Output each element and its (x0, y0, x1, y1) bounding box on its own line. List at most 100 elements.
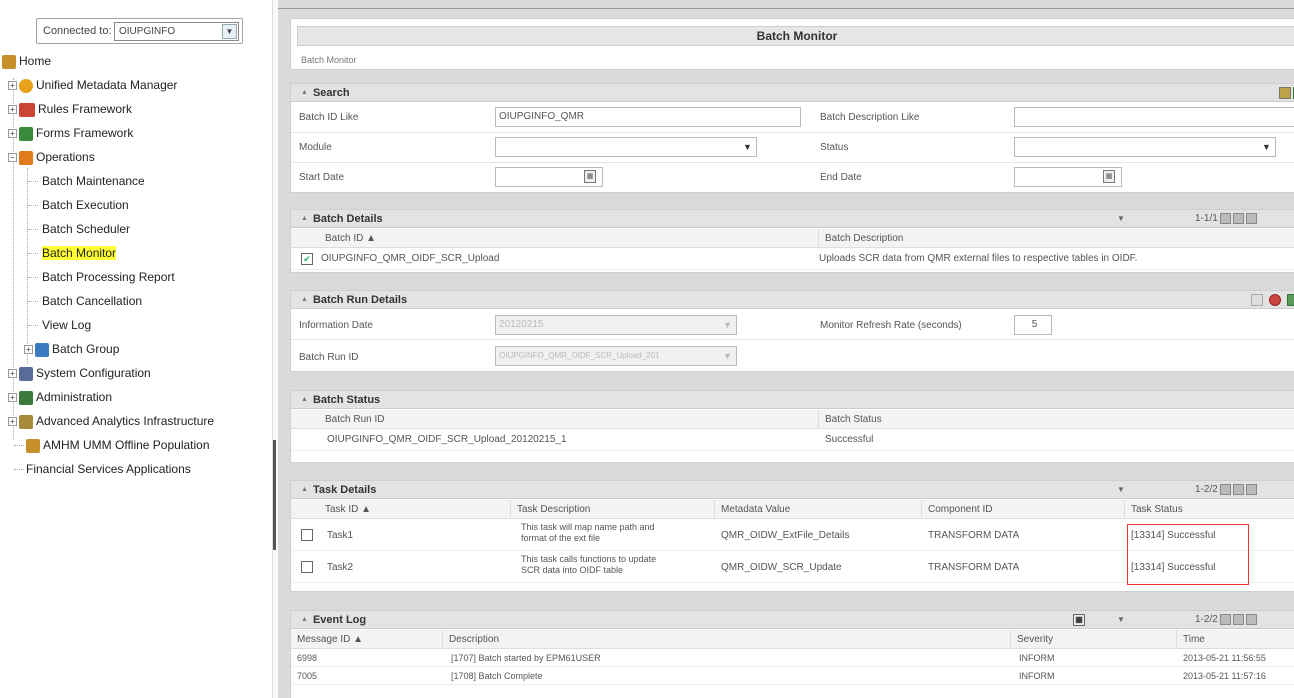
expand-icon[interactable]: + (8, 105, 17, 115)
export-icon[interactable] (1251, 294, 1263, 306)
panel-title: Batch Details (312, 213, 383, 225)
first-page-icon[interactable] (1219, 483, 1231, 495)
calendar-icon[interactable]: ▦ (1103, 170, 1115, 183)
tree-item-batch-group[interactable]: + Batch Group (24, 339, 119, 359)
prev-page-icon[interactable] (1232, 212, 1244, 224)
col-task-id[interactable]: Task ID ▲ (319, 500, 511, 519)
collapse-icon[interactable]: ▲ (301, 296, 308, 303)
tree-item-fsa[interactable]: Financial Services Applications (26, 459, 191, 479)
tree-item-label: Rules Framework (38, 102, 133, 116)
prev-page-icon[interactable] (1232, 483, 1244, 495)
collapse-icon[interactable]: ▲ (301, 616, 308, 623)
tree-item-batch-scheduler[interactable]: Batch Scheduler (42, 219, 130, 239)
task-id-cell: Task1 (327, 530, 354, 541)
tree-item-forms[interactable]: + Forms Framework (8, 123, 133, 143)
col-batch-run-id[interactable]: Batch Run ID (319, 410, 819, 429)
tree-item-aai[interactable]: + Advanced Analytics Infrastructure (8, 411, 214, 431)
col-task-description[interactable]: Task Description (511, 500, 715, 519)
task-details-title[interactable]: ▲ Task Details ▼ 1-2/2 (291, 481, 1294, 499)
info-date-select[interactable]: 20120215 ▼ (495, 315, 737, 335)
expand-icon[interactable]: + (8, 129, 17, 139)
tree-item-view-log[interactable]: View Log (42, 315, 91, 335)
chevron-down-icon[interactable]: ▼ (739, 138, 756, 156)
tree-item-amhm[interactable]: AMHM UMM Offline Population (26, 435, 210, 455)
row-checkbox[interactable] (301, 561, 313, 573)
batch-details-panel: ▲ Batch Details ▼ 1-1/1 Batch ID ▲ Batch … (290, 209, 1294, 273)
splitter-grip[interactable] (273, 440, 276, 550)
next-page-icon[interactable] (1245, 483, 1257, 495)
table-header: Message ID ▲ Description Severity Time (291, 630, 1294, 649)
connection-select[interactable]: OIUPGINFO ▼ (114, 22, 239, 41)
col-batch-id[interactable]: Batch ID ▲ (319, 229, 819, 248)
status-select[interactable]: ▼ (1014, 137, 1276, 157)
filter-icon[interactable]: ▼ (1117, 481, 1125, 499)
chevron-down-icon[interactable]: ▼ (1258, 138, 1275, 156)
col-time[interactable]: Time (1177, 630, 1294, 649)
tree-item-batch-monitor[interactable]: Batch Monitor (42, 243, 117, 263)
table-row[interactable]: OIUPGINFO_QMR_OIDF_SCR_Upload_20120215_1… (291, 429, 1294, 451)
col-batch-description[interactable]: Batch Description (819, 229, 1294, 248)
batch-details-title[interactable]: ▲ Batch Details ▼ 1-1/1 (291, 210, 1294, 228)
next-page-icon[interactable] (1245, 212, 1257, 224)
search-go-icon[interactable] (1279, 87, 1291, 99)
row-checkbox-checked[interactable]: ✔ (301, 253, 313, 265)
prev-page-icon[interactable] (1232, 613, 1244, 625)
tree-item-batch-execution[interactable]: Batch Execution (42, 195, 129, 215)
tree-item-label: Batch Monitor (42, 246, 117, 260)
expand-icon[interactable]: + (24, 345, 33, 355)
module-select[interactable]: ▼ (495, 137, 757, 157)
table-row[interactable]: ✔ OIUPGINFO_QMR_OIDF_SCR_Upload Uploads … (291, 248, 1294, 270)
grid-icon[interactable]: ▦ (1073, 614, 1085, 626)
end-date-input[interactable]: ▦ (1014, 167, 1122, 187)
collapse-icon[interactable]: ▲ (301, 486, 308, 493)
first-page-icon[interactable] (1219, 212, 1231, 224)
table-row[interactable]: 6998 [1707] Batch started by EPM61USER I… (291, 649, 1294, 667)
chevron-down-icon[interactable]: ▼ (222, 24, 237, 39)
col-severity[interactable]: Severity (1011, 630, 1177, 649)
table-row[interactable]: 7005 [1708] Batch Complete INFORM 2013-0… (291, 667, 1294, 685)
run-id-select[interactable]: OIUPGINFO_QMR_OIDF_SCR_Upload_201 ▼ (495, 346, 737, 366)
tree-item-home[interactable]: Home (2, 51, 51, 71)
tree-item-administration[interactable]: + Administration (8, 387, 112, 407)
col-metadata-value[interactable]: Metadata Value (715, 500, 922, 519)
col-message-id[interactable]: Message ID ▲ (291, 630, 443, 649)
tree-item-operations[interactable]: − Operations (8, 147, 95, 167)
start-date-input[interactable]: ▦ (495, 167, 603, 187)
col-component-id[interactable]: Component ID (922, 500, 1125, 519)
col-description[interactable]: Description (443, 630, 1011, 649)
col-batch-status[interactable]: Batch Status (819, 410, 1294, 429)
reset-icon[interactable] (1287, 294, 1294, 306)
refresh-icon[interactable] (1269, 294, 1281, 306)
first-page-icon[interactable] (1219, 613, 1231, 625)
chevron-down-icon[interactable]: ▼ (719, 316, 736, 334)
tree-item-system-configuration[interactable]: + System Configuration (8, 363, 151, 383)
event-log-title[interactable]: ▲ Event Log ▦ ▼ 1-2/2 (291, 611, 1294, 629)
col-task-status[interactable]: Task Status (1125, 500, 1294, 519)
batch-id-input[interactable]: OIUPGINFO_QMR (495, 107, 801, 127)
tree-item-batch-processing-report[interactable]: Batch Processing Report (42, 267, 175, 287)
filter-icon[interactable]: ▼ (1117, 611, 1125, 629)
form-row: Batch ID Like OIUPGINFO_QMR Batch Descri… (291, 103, 1294, 133)
collapse-icon[interactable]: − (8, 153, 17, 163)
batch-run-title[interactable]: ▲ Batch Run Details (291, 291, 1294, 309)
collapse-icon[interactable]: ▲ (301, 215, 308, 222)
collapse-icon[interactable]: ▲ (301, 89, 308, 96)
refresh-rate-input[interactable]: 5 (1014, 315, 1052, 335)
tree-item-batch-maintenance[interactable]: Batch Maintenance (42, 171, 145, 191)
batch-desc-input[interactable] (1014, 107, 1294, 127)
tree-item-umm[interactable]: + Unified Metadata Manager (8, 75, 177, 95)
search-title[interactable]: ▲ Search (291, 84, 1294, 102)
collapse-icon[interactable]: ▲ (301, 396, 308, 403)
expand-icon[interactable]: + (8, 369, 17, 379)
tree-item-batch-cancellation[interactable]: Batch Cancellation (42, 291, 142, 311)
expand-icon[interactable]: + (8, 417, 17, 427)
next-page-icon[interactable] (1245, 613, 1257, 625)
row-checkbox[interactable] (301, 529, 313, 541)
calendar-icon[interactable]: ▦ (584, 170, 596, 183)
filter-icon[interactable]: ▼ (1117, 210, 1125, 228)
tree-item-rules[interactable]: + Rules Framework (8, 99, 132, 119)
expand-icon[interactable]: + (8, 81, 17, 91)
expand-icon[interactable]: + (8, 393, 17, 403)
chevron-down-icon[interactable]: ▼ (719, 347, 736, 365)
batch-status-title[interactable]: ▲ Batch Status (291, 391, 1294, 409)
